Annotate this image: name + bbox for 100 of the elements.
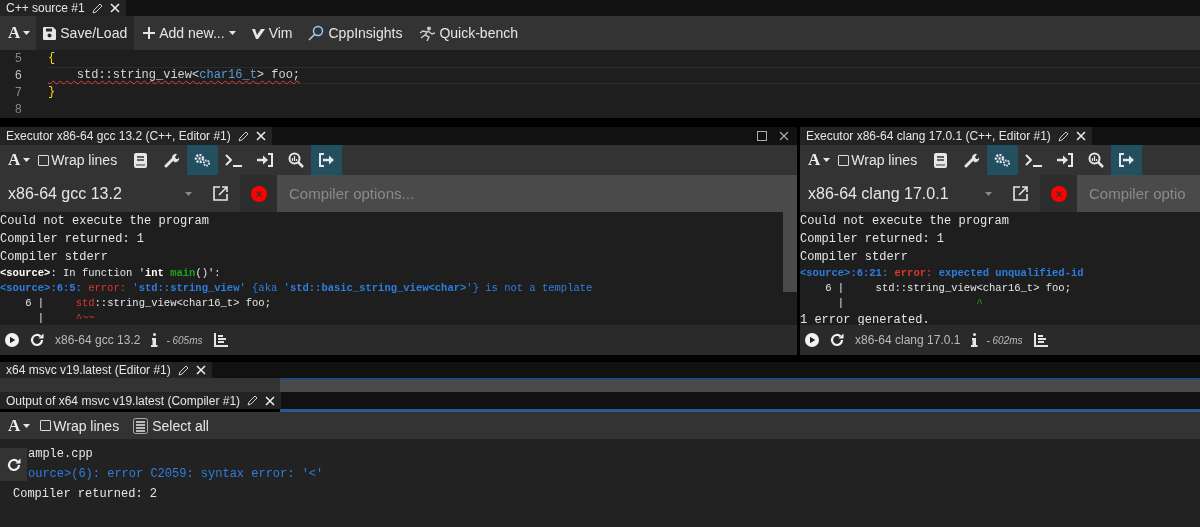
toolbar-button[interactable]: Vim <box>244 16 300 50</box>
caret-icon <box>228 31 236 35</box>
compile-time: - 605ms <box>166 334 203 346</box>
play-icon[interactable] <box>805 333 819 347</box>
code-line: std::string_view<char16_t> foo; <box>75 68 301 83</box>
gears-button[interactable] <box>187 145 219 175</box>
font-menu-button[interactable]: A <box>4 412 35 439</box>
output-line: <source>:6:5: error: 'std::string_view' {aka 'std::basic_string_view<char>'} is not a template <box>0 281 594 296</box>
font-menu-button[interactable]: A <box>4 16 35 50</box>
refresh-icon[interactable] <box>6 457 21 472</box>
compiler-options-field[interactable]: Compiler options... <box>277 175 797 212</box>
pencil-icon <box>177 364 189 376</box>
info-icon[interactable] <box>151 333 159 347</box>
sign-out-button[interactable] <box>1111 145 1143 175</box>
chart-icon[interactable] <box>213 333 228 347</box>
gears-icon <box>994 153 1012 167</box>
line-number: 7 <box>13 85 22 100</box>
sign-out-button[interactable] <box>311 145 343 175</box>
checkbox-label[interactable]: Wrap lines <box>53 417 120 434</box>
wrench-icon <box>164 152 180 168</box>
wrench-icon <box>964 152 980 168</box>
checkbox-label[interactable]: Wrap lines <box>51 152 118 168</box>
terminal-icon <box>225 153 243 167</box>
pencil-icon <box>1057 130 1069 142</box>
error-icon <box>250 185 267 202</box>
gears-button[interactable] <box>987 145 1019 175</box>
toolbar-button[interactable]: CppInsights <box>301 16 410 50</box>
sign-in-icon <box>1056 153 1073 167</box>
output-line: Compiler returned: 2 <box>13 486 158 503</box>
toolbar-button[interactable]: Quick-bench <box>411 16 525 50</box>
output-line: Compiler stderr <box>0 249 110 266</box>
output-line: Compiler returned: 1 <box>0 231 146 248</box>
font-menu-button[interactable]: A <box>4 145 35 175</box>
running-figure-icon <box>418 25 436 41</box>
output-line: 1 error generated. <box>800 312 931 325</box>
output-line: ample.cpp <box>28 446 93 463</box>
line-number: 6 <box>13 68 22 83</box>
code-line: { <box>48 51 56 66</box>
search-icon <box>1087 152 1104 168</box>
pencil-icon <box>247 395 259 406</box>
refresh-icon[interactable] <box>30 333 44 347</box>
output-line: Could not execute the program <box>800 213 1010 230</box>
output-line: ource>(6): error C2059: syntax error: '<' <box>28 466 324 483</box>
caret-icon <box>23 31 31 35</box>
maximize-icon[interactable] <box>757 131 767 141</box>
close-icon[interactable] <box>779 131 789 141</box>
caret-icon <box>985 191 992 196</box>
play-icon[interactable] <box>5 333 19 347</box>
font-menu-button[interactable]: A <box>804 145 835 175</box>
v-logo-icon <box>251 27 265 39</box>
chart-icon[interactable] <box>1033 333 1048 347</box>
output-line: | ^ <box>836 296 984 311</box>
magnifier-icon <box>308 25 325 41</box>
checkbox[interactable] <box>38 154 50 166</box>
pencil-icon <box>91 2 103 14</box>
external-link-icon[interactable] <box>1012 186 1028 201</box>
sign-in-icon <box>256 153 273 167</box>
select-all-button[interactable]: Select all <box>129 412 213 439</box>
code-line: } <box>48 85 56 100</box>
external-link-icon[interactable] <box>212 186 228 201</box>
output-line: 6 | std::string_view<char16_t> foo; <box>824 281 1072 296</box>
compiler-select[interactable]: x86-64 gcc 13.2 <box>0 175 200 212</box>
output-line: 6 | std::string_view<char16_t> foo; <box>24 296 272 311</box>
compiler-name: x86-64 gcc 13.2 <box>55 333 141 347</box>
compiler-options-field[interactable]: Compiler optio <box>1077 175 1200 212</box>
scrollbar[interactable] <box>783 212 797 292</box>
gears-icon <box>194 153 212 167</box>
pencil-icon <box>237 130 249 142</box>
output-line: Could not execute the program <box>0 213 210 230</box>
checkbox[interactable] <box>838 154 850 166</box>
compile-time: - 602ms <box>986 334 1023 346</box>
output-line: <source>: In function 'int main()': <box>0 266 222 281</box>
error-icon <box>1050 185 1067 202</box>
sign-out-icon <box>318 153 335 167</box>
output-line: Compiler stderr <box>800 249 910 266</box>
search-icon <box>287 152 304 168</box>
line-number: 5 <box>13 51 22 66</box>
checkbox[interactable] <box>40 420 52 431</box>
list-icon <box>133 417 149 434</box>
caret-icon <box>185 191 192 196</box>
checkbox-label[interactable]: Wrap lines <box>851 152 918 168</box>
line-number: 8 <box>13 102 22 117</box>
terminal-icon <box>1025 153 1043 167</box>
refresh-icon[interactable] <box>830 333 844 347</box>
caret-icon <box>823 158 831 162</box>
info-icon[interactable] <box>971 333 979 347</box>
caret-icon <box>23 423 31 428</box>
output-line: Compiler returned: 1 <box>800 231 946 248</box>
book-icon <box>934 152 948 168</box>
dropdown-button[interactable]: Add new... <box>136 16 243 50</box>
output-line: | ^~~ <box>36 311 96 325</box>
output-line: <source>:6:21: error: expected unqualified-id <box>800 266 1085 281</box>
sign-out-icon <box>1118 153 1135 167</box>
plus-icon <box>143 27 156 39</box>
caret-icon <box>23 158 31 162</box>
refresh-button[interactable] <box>0 448 27 481</box>
compiler-name: x86-64 clang 17.0.1 <box>855 333 961 347</box>
compiler-select[interactable]: x86-64 clang 17.0.1 <box>800 175 1000 212</box>
book-icon <box>134 152 148 168</box>
toolbar-button[interactable]: Save/Load <box>36 16 135 50</box>
